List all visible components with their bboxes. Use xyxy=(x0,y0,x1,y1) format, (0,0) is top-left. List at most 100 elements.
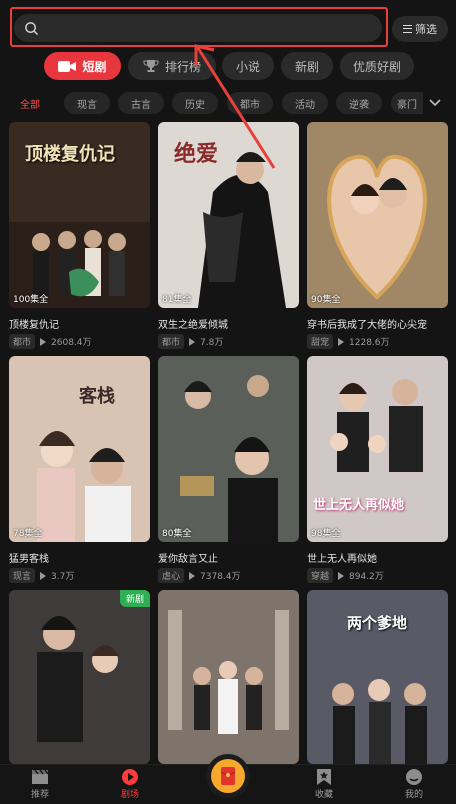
view-count: 1228.6万 xyxy=(349,338,390,348)
drama-poster[interactable]: 80集全 xyxy=(158,356,299,542)
nav-label: 推荐 xyxy=(30,790,49,800)
tab-label: 新剧 xyxy=(294,59,319,74)
nav-theater[interactable]: 剧场 xyxy=(100,767,160,804)
tab-label: 短剧 xyxy=(82,59,107,74)
chip-label: 豪门 xyxy=(397,99,417,111)
play-count-icon xyxy=(189,571,196,580)
play-count-icon xyxy=(40,571,47,580)
bookmark-star-icon xyxy=(316,767,332,787)
red-envelope-button[interactable] xyxy=(206,754,250,798)
nav-recommend[interactable]: 推荐 xyxy=(10,767,70,804)
drama-poster[interactable]: 世上无人再似她 98集全 xyxy=(307,356,448,542)
poster-illustration xyxy=(158,356,299,542)
genre-tag: 甜宠 xyxy=(307,334,334,349)
episode-count: 98集全 xyxy=(311,529,341,539)
play-count-icon xyxy=(189,337,196,346)
episode-count: 78集全 xyxy=(13,529,43,539)
drama-poster[interactable] xyxy=(158,590,299,764)
drama-poster[interactable]: 90集全 xyxy=(307,122,448,308)
poster-title: 世上无人再似她 xyxy=(313,498,405,513)
genre-tag: 穿越 xyxy=(307,568,334,583)
filter-icon xyxy=(403,25,412,33)
tab-quality-drama[interactable]: 优质好剧 xyxy=(340,52,414,80)
genre-tag: 虐心 xyxy=(158,568,185,583)
clapperboard-icon xyxy=(31,767,49,787)
chip-label: 活动 xyxy=(295,99,315,111)
drama-title: 猛男客栈 xyxy=(9,554,49,565)
poster-illustration xyxy=(307,356,448,542)
tab-label: 排行榜 xyxy=(164,59,201,74)
genre-chip[interactable]: 活动 xyxy=(282,92,328,114)
genre-filter-row: 全部 现言 古言 历史 都市 活动 逆袭 豪门 xyxy=(0,92,456,116)
view-count: 7.8万 xyxy=(200,338,224,348)
poster-title: 绝爱 xyxy=(174,142,219,167)
genre-tag: 都市 xyxy=(158,334,185,349)
drama-title: 爱你敌言又止 xyxy=(158,554,218,565)
view-count: 7378.4万 xyxy=(200,572,241,582)
drama-meta: 都市 2608.4万 xyxy=(9,334,92,349)
chip-label: 逆袭 xyxy=(349,99,369,111)
trophy-icon xyxy=(143,59,159,73)
drama-poster[interactable]: 两个爹地 xyxy=(307,590,448,764)
drama-title: 双生之绝爱倾城 xyxy=(158,320,228,331)
view-count: 2608.4万 xyxy=(51,338,92,348)
tab-novel[interactable]: 小说 xyxy=(222,52,274,80)
episode-count: 81集全 xyxy=(162,295,192,305)
nav-favorites[interactable]: 收藏 xyxy=(294,767,354,804)
poster-title: 客栈 xyxy=(79,386,115,407)
top-bar: 筛选 xyxy=(0,0,456,54)
drama-poster[interactable]: 顶楼复仇记 100集全 xyxy=(9,122,150,308)
nav-profile[interactable]: 我的 xyxy=(384,767,444,804)
drama-poster[interactable]: 绝爱 81集全 xyxy=(158,122,299,308)
chevron-down-icon[interactable] xyxy=(426,94,444,112)
play-count-icon xyxy=(40,337,47,346)
filter-label: 筛选 xyxy=(415,23,437,36)
drama-poster[interactable]: 客栈 78集全 xyxy=(9,356,150,542)
tab-label: 优质好剧 xyxy=(352,59,401,74)
tab-label: 小说 xyxy=(235,59,260,74)
episode-count: 90集全 xyxy=(311,295,341,305)
genre-chip[interactable]: 逆袭 xyxy=(336,92,382,114)
search-highlight-box xyxy=(10,7,388,47)
tab-short-drama[interactable]: 短剧 xyxy=(44,52,121,80)
genre-chip[interactable]: 古言 xyxy=(118,92,164,114)
red-envelope-icon xyxy=(211,759,245,793)
bottom-navigation: 推荐 剧场 收藏 我的 xyxy=(0,754,456,804)
genre-chip[interactable]: 都市 xyxy=(227,92,273,114)
genre-chip[interactable]: 现言 xyxy=(64,92,110,114)
drama-meta: 现言 3.7万 xyxy=(9,568,74,583)
nav-label: 收藏 xyxy=(314,790,333,800)
play-count-icon xyxy=(338,337,345,346)
play-count-icon xyxy=(338,571,345,580)
drama-meta: 穿越 894.2万 xyxy=(307,568,384,583)
poster-title: 顶楼复仇记 xyxy=(25,144,115,165)
chip-label: 全部 xyxy=(20,99,40,111)
chip-label: 历史 xyxy=(185,99,205,111)
poster-illustration xyxy=(158,590,299,764)
drama-title: 穿书后我成了大佬的心尖宠 xyxy=(307,320,427,331)
genre-tag: 都市 xyxy=(9,334,36,349)
drama-meta: 都市 7.8万 xyxy=(158,334,223,349)
genre-chip[interactable]: 历史 xyxy=(172,92,218,114)
chip-label: 都市 xyxy=(240,99,260,111)
profile-icon xyxy=(405,767,423,787)
episode-count: 80集全 xyxy=(162,529,192,539)
episode-count: 100集全 xyxy=(13,295,49,305)
chip-label: 古言 xyxy=(131,99,151,111)
genre-chip-all[interactable]: 全部 xyxy=(10,92,50,114)
tab-ranking[interactable]: 排行榜 xyxy=(128,52,216,80)
view-count: 3.7万 xyxy=(51,572,75,582)
genre-chip[interactable]: 豪门 xyxy=(391,92,423,114)
play-circle-icon xyxy=(121,767,139,787)
filter-button[interactable]: 筛选 xyxy=(392,16,448,42)
tab-new-drama[interactable]: 新剧 xyxy=(281,52,333,80)
video-icon xyxy=(58,60,77,73)
drama-poster[interactable]: 新剧 xyxy=(9,590,150,764)
drama-meta: 甜宠 1228.6万 xyxy=(307,334,390,349)
drama-title: 世上无人再似她 xyxy=(307,554,377,565)
nav-label: 剧场 xyxy=(120,790,139,800)
poster-illustration xyxy=(9,590,150,764)
view-count: 894.2万 xyxy=(349,572,384,582)
drama-meta: 虐心 7378.4万 xyxy=(158,568,241,583)
main-tabs: 短剧 排行榜 小说 新剧 优质好剧 xyxy=(0,52,456,82)
